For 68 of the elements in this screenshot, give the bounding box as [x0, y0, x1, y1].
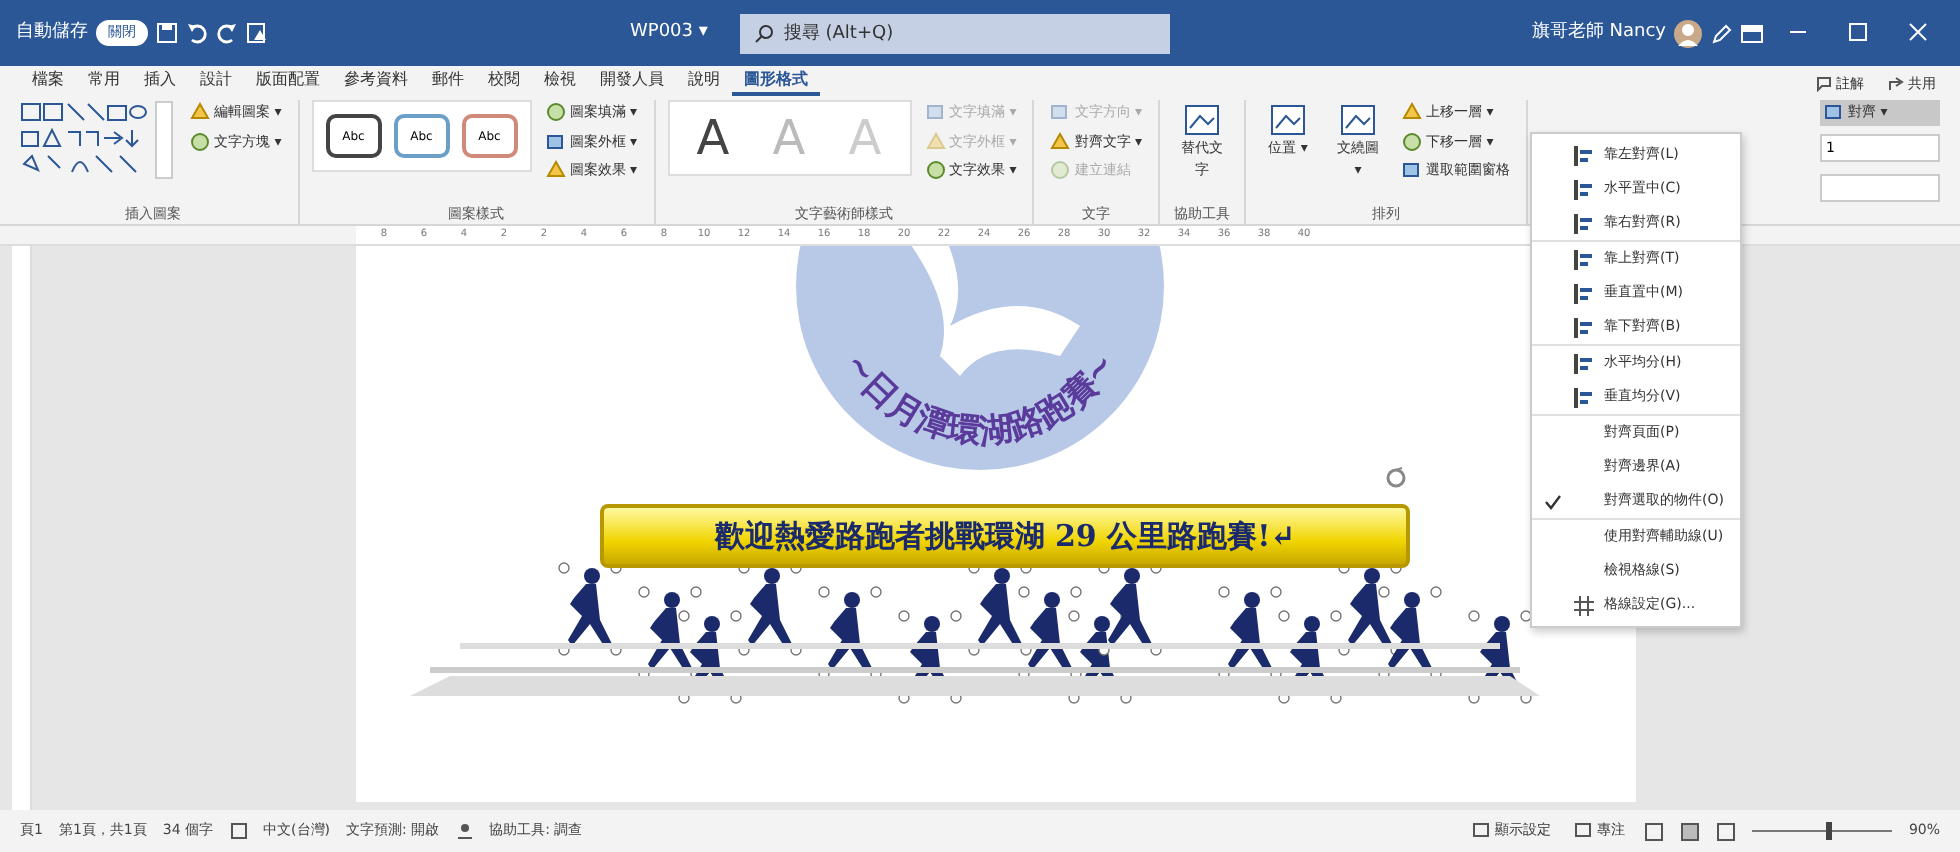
triangle-icon — [1050, 131, 1071, 152]
picture-icon — [1270, 102, 1306, 138]
redo-icon[interactable] — [216, 22, 238, 44]
align-icon — [1572, 281, 1596, 305]
picture-icon — [1184, 102, 1220, 138]
rectangle-icon — [1050, 102, 1071, 123]
triangle-icon — [190, 102, 210, 123]
circle-icon — [1402, 131, 1422, 152]
rectangle-icon — [1402, 160, 1422, 181]
align-icon — [1572, 247, 1596, 271]
grid-icon — [1574, 595, 1594, 615]
user-name[interactable]: 旗哥老師 Nancy — [1531, 19, 1666, 47]
banner-text: 歡迎熱愛路跑者挑戰環湖 29 公里路跑賽!↵ — [600, 504, 1410, 568]
ribbon-display-icon[interactable] — [1739, 23, 1764, 43]
document-icon[interactable] — [246, 22, 268, 44]
triangle-icon — [925, 131, 945, 152]
shape-gallery[interactable] — [20, 100, 176, 180]
circle-icon — [1050, 160, 1071, 181]
align-icon — [1572, 385, 1596, 409]
ribbon-tab[interactable]: 版面配置 — [244, 66, 332, 96]
search-icon — [753, 23, 774, 43]
ribbon-tab[interactable]: 常用 — [76, 66, 132, 96]
picture-icon — [1340, 102, 1376, 138]
circle-icon — [545, 102, 566, 123]
share-icon — [1888, 75, 1904, 92]
search-field[interactable]: 搜尋 (Alt+Q) — [739, 13, 1170, 53]
ribbon-tab[interactable]: 說明 — [676, 66, 732, 96]
close-icon — [1907, 22, 1928, 43]
document-title[interactable]: WP003 ▾ — [630, 19, 708, 47]
focus-icon — [1574, 822, 1593, 840]
align-icon — [1572, 211, 1596, 235]
maximize-icon — [1847, 22, 1868, 43]
web-layout-icon[interactable] — [1716, 821, 1737, 841]
read-mode-icon[interactable] — [1644, 821, 1665, 841]
logo-title: ~日月潭環湖路跑賽~ — [804, 306, 1156, 450]
ribbon-tab[interactable]: 校閱 — [476, 66, 532, 96]
ribbon-tab[interactable]: 設計 — [188, 66, 244, 96]
print-layout-icon[interactable] — [1680, 821, 1701, 841]
triangle-icon — [1402, 102, 1422, 123]
ribbon-tab[interactable]: 檢視 — [532, 66, 588, 96]
align-icon — [1572, 143, 1596, 167]
pen-icon[interactable] — [1709, 22, 1732, 44]
person-icon[interactable] — [455, 822, 474, 840]
ribbon-tab[interactable]: 開發人員 — [588, 66, 676, 96]
display-icon — [1472, 822, 1491, 840]
ribbon-tab[interactable]: 郵件 — [420, 66, 476, 96]
comment-icon — [1816, 75, 1832, 92]
ribbon-tab[interactable]: 插入 — [132, 66, 188, 96]
circle-icon — [190, 131, 210, 152]
rectangle-icon — [1824, 102, 1844, 123]
align-icon — [1572, 315, 1596, 339]
rectangle-icon — [925, 102, 945, 123]
rectangle-icon — [545, 131, 566, 152]
autosave-label: 自動儲存 — [16, 19, 88, 46]
ribbon-tab[interactable]: 參考資料 — [332, 66, 420, 96]
align-icon — [1572, 177, 1596, 201]
align-icon — [1572, 351, 1596, 375]
circle-icon — [925, 160, 945, 181]
triangle-icon — [545, 160, 566, 181]
rotate-handle-icon[interactable] — [1384, 466, 1408, 490]
save-icon[interactable] — [156, 22, 178, 44]
size-field[interactable] — [1820, 173, 1940, 201]
ribbon-tab[interactable]: 檔案 — [20, 66, 76, 96]
avatar-icon[interactable] — [1673, 19, 1702, 47]
undo-icon[interactable] — [186, 22, 208, 44]
runner-figure — [558, 562, 622, 658]
wordart-sample[interactable]: A — [681, 106, 745, 170]
slider-thumb[interactable] — [1826, 822, 1833, 840]
